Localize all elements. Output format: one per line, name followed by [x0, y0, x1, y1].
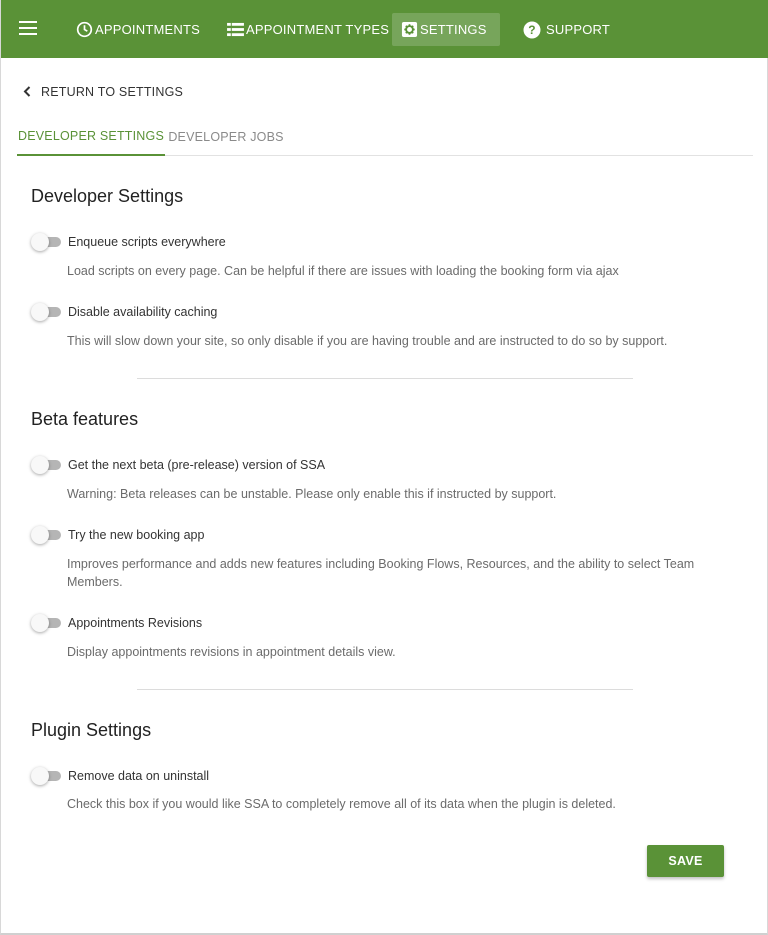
- setting-hint: Improves performance and adds new featur…: [67, 557, 695, 589]
- tab-developer-settings-label: DEVELOPER SETTINGS: [18, 129, 164, 143]
- save-button[interactable]: SAVE: [647, 845, 724, 877]
- section-title-developer-settings: Developer Settings: [31, 186, 184, 206]
- setting-disable-caching: Disable availability caching: [31, 303, 217, 321]
- tab-developer-jobs[interactable]: DEVELOPER JOBS: [167, 118, 285, 156]
- nav-appointment-types[interactable]: APPOINTMENT TYPES: [218, 13, 397, 46]
- top-navbar: APPOINTMENTS APPOINTMENT TYPES SETTINGS …: [1, 0, 768, 58]
- setting-hint: Display appointments revisions in appoin…: [67, 645, 396, 659]
- setting-label: Try the new booking app: [68, 528, 205, 542]
- return-to-settings-label: RETURN TO SETTINGS: [41, 85, 184, 99]
- remove-data-toggle[interactable]: [31, 767, 61, 785]
- setting-appointments-revisions: Appointments Revisions: [31, 614, 202, 632]
- tab-developer-jobs-label: DEVELOPER JOBS: [168, 130, 284, 144]
- nav-support-label: SUPPORT: [546, 22, 611, 37]
- menu-icon[interactable]: [19, 21, 37, 35]
- app-frame: APPOINTMENTS APPOINTMENT TYPES SETTINGS …: [0, 0, 768, 935]
- nav-appointment-types-label: APPOINTMENT TYPES: [246, 22, 390, 37]
- appointments-revisions-toggle[interactable]: [31, 614, 61, 632]
- section-title-beta-features: Beta features: [31, 409, 139, 429]
- setting-hint: Warning: Beta releases can be unstable. …: [67, 487, 557, 501]
- setting-label: Appointments Revisions: [68, 616, 203, 630]
- setting-label: Remove data on uninstall: [68, 769, 210, 783]
- nav-settings[interactable]: SETTINGS: [392, 13, 500, 46]
- enqueue-scripts-toggle[interactable]: [31, 233, 61, 251]
- new-booking-app-toggle[interactable]: [31, 526, 61, 544]
- setting-hint: Load scripts on every page. Can be helpf…: [67, 264, 619, 278]
- setting-label: Disable availability caching: [68, 305, 218, 319]
- tab-developer-settings[interactable]: DEVELOPER SETTINGS: [17, 118, 165, 156]
- setting-remove-data: Remove data on uninstall: [31, 767, 209, 785]
- return-to-settings-link[interactable]: RETURN TO SETTINGS: [23, 84, 183, 100]
- gear-icon: [400, 21, 418, 39]
- setting-new-booking-app: Try the new booking app: [31, 526, 204, 544]
- clock-icon: [75, 21, 93, 39]
- beta-version-toggle[interactable]: [31, 456, 61, 474]
- section-divider: [137, 378, 633, 379]
- section-title-plugin-settings: Plugin Settings: [31, 720, 152, 740]
- setting-hint: This will slow down your site, so only d…: [67, 334, 668, 348]
- help-icon: ?: [523, 21, 541, 39]
- list-icon: [226, 21, 244, 39]
- section-divider: [137, 689, 633, 690]
- chevron-left-icon: [23, 84, 37, 100]
- setting-enqueue-scripts: Enqueue scripts everywhere: [31, 233, 226, 251]
- settings-tabs: DEVELOPER SETTINGS DEVELOPER JOBS: [17, 118, 753, 156]
- nav-support[interactable]: ? SUPPORT: [515, 13, 618, 46]
- disable-caching-toggle[interactable]: [31, 303, 61, 321]
- nav-settings-label: SETTINGS: [420, 22, 487, 37]
- nav-appointments[interactable]: APPOINTMENTS: [67, 13, 208, 46]
- svg-text:?: ?: [528, 23, 536, 37]
- setting-label: Enqueue scripts everywhere: [68, 235, 226, 249]
- setting-label: Get the next beta (pre-release) version …: [68, 458, 326, 472]
- setting-hint: Check this box if you would like SSA to …: [67, 797, 616, 811]
- setting-beta-version: Get the next beta (pre-release) version …: [31, 456, 325, 474]
- nav-appointments-label: APPOINTMENTS: [95, 22, 200, 37]
